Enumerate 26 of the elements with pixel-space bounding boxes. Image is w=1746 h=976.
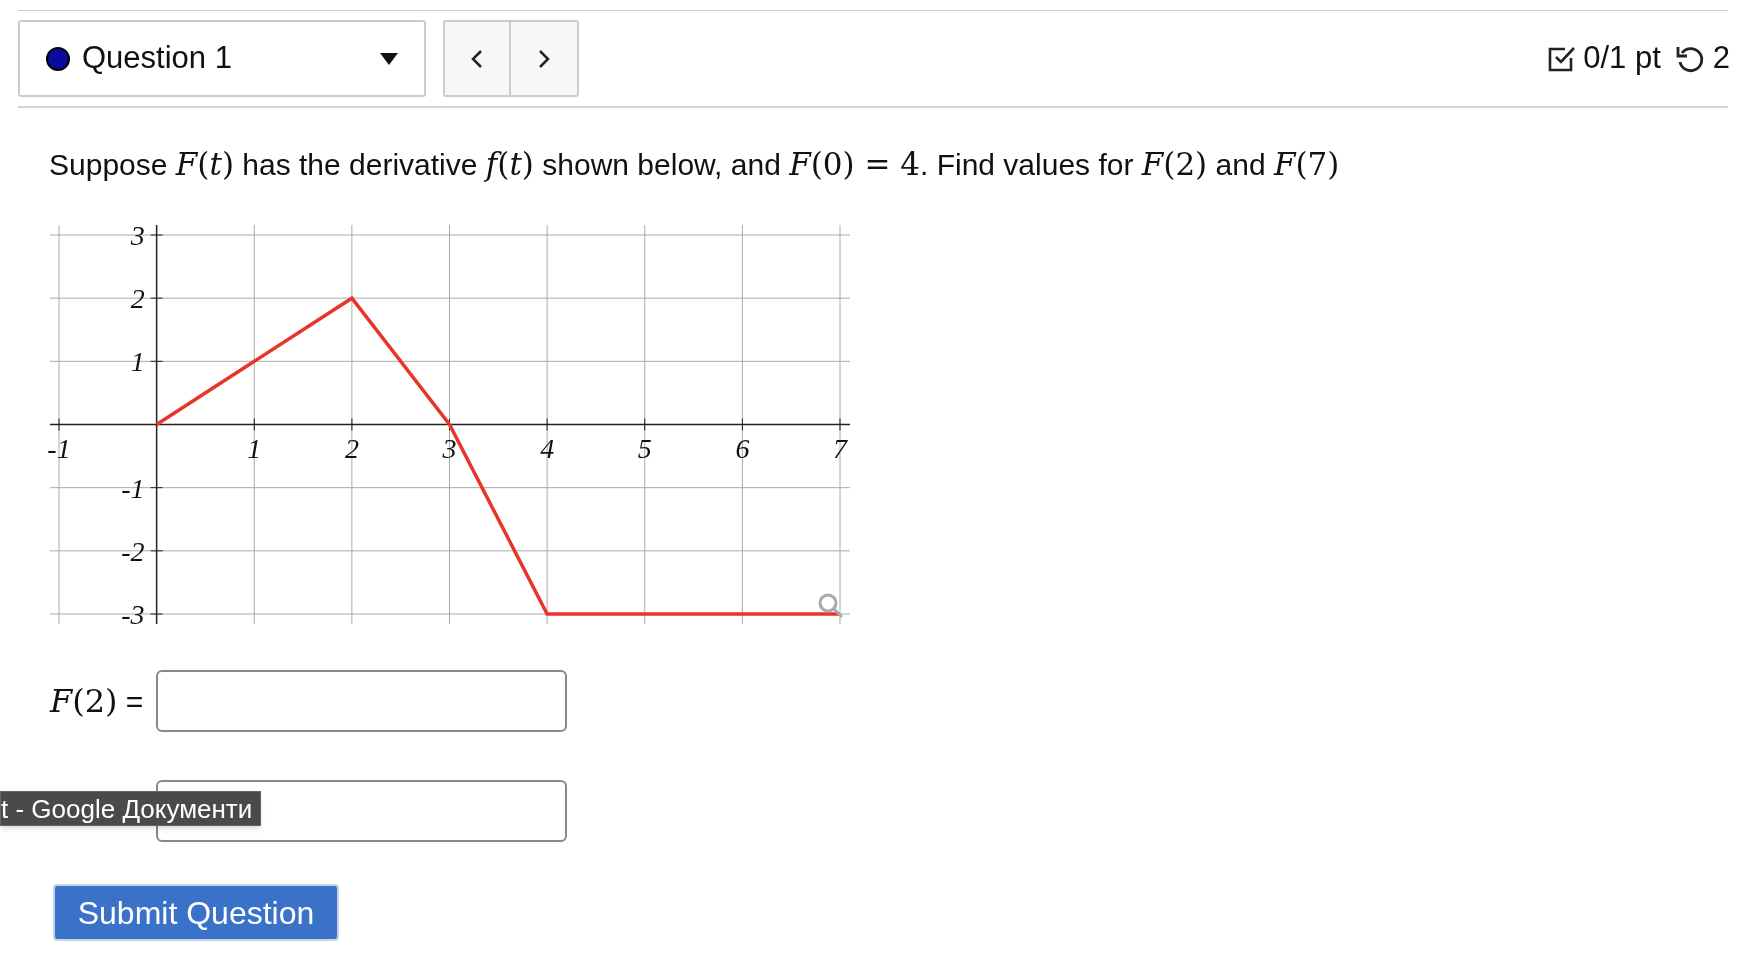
x-tick-label: 5 xyxy=(637,432,652,464)
x-tick-label: 4 xyxy=(540,432,555,464)
y-tick-label: 1 xyxy=(130,346,145,378)
answer-label: F(2) = xyxy=(50,681,145,722)
y-tick-label: 3 xyxy=(130,225,145,251)
x-tick-label: -1 xyxy=(47,432,71,464)
x-tick-label: 6 xyxy=(735,432,750,464)
attempts-count: 2 xyxy=(1712,39,1730,78)
submit-button[interactable]: Submit Question xyxy=(53,884,339,941)
question-text: Suppose F(t) has the derivative f(t) shown below, and F(0) = 4. Find values for F(2) and F(7) xyxy=(49,145,1341,184)
y-tick-label: 2 xyxy=(130,283,145,315)
answer-field[interactable] xyxy=(156,670,567,732)
chevron-right-icon xyxy=(538,48,550,69)
y-tick-label: -3 xyxy=(121,599,145,625)
y-tick-label: -2 xyxy=(121,535,145,567)
question-dropdown[interactable]: Question 1 xyxy=(18,20,426,97)
y-tick-label: -1 xyxy=(121,472,145,504)
x-tick-label: 7 xyxy=(833,432,847,464)
score-text: 0/1 pt xyxy=(1583,39,1661,78)
x-tick-label: 2 xyxy=(344,432,359,464)
x-tick-label: 3 xyxy=(442,432,457,464)
question-label: Question 1 xyxy=(82,39,233,78)
chevron-left-icon xyxy=(471,48,483,69)
tooltip: t - Google Документи xyxy=(0,791,262,826)
x-tick-label: 1 xyxy=(247,432,262,464)
caret-icon xyxy=(380,52,398,65)
